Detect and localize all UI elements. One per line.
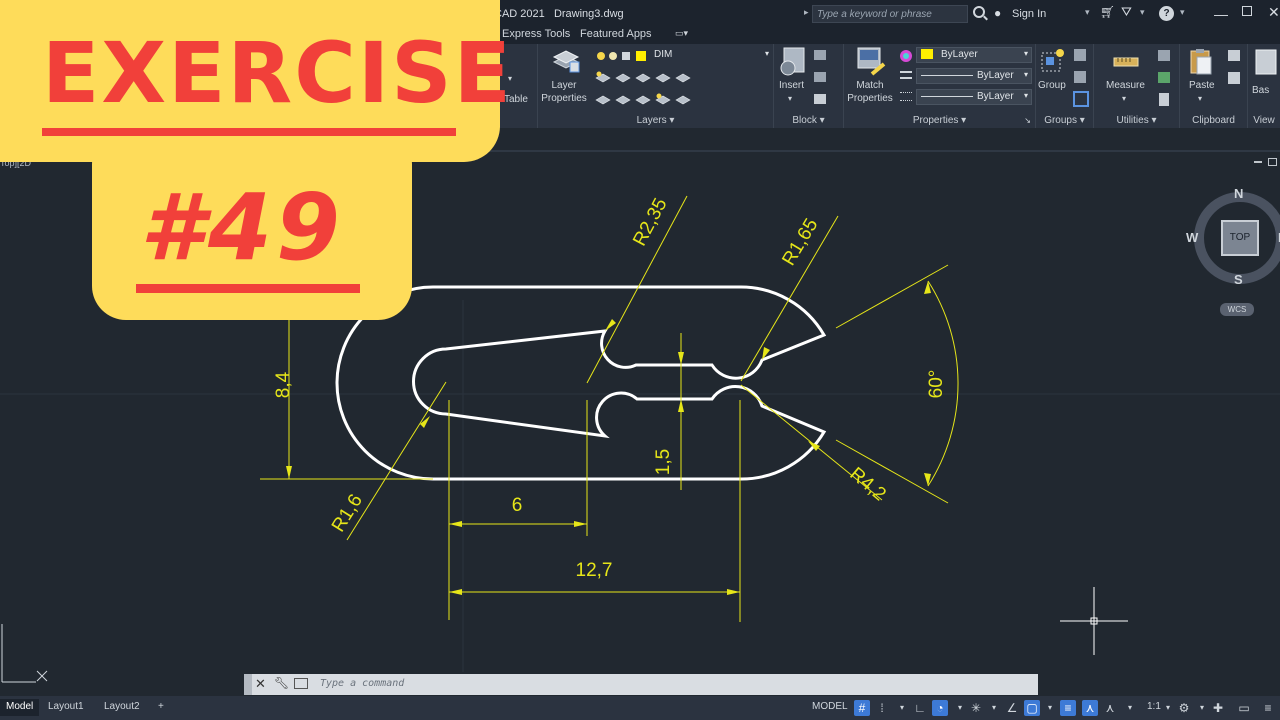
ortho-icon[interactable]: ∟ [912, 700, 928, 716]
crosshair-icon [1060, 587, 1128, 655]
dim-r165-text[interactable]: R1,65 [778, 215, 822, 269]
dim-r235-text[interactable]: R2,35 [629, 195, 671, 250]
compass-north[interactable]: N [1234, 186, 1243, 201]
polar-tracking-icon[interactable]: ◔ [932, 700, 948, 716]
arrowhead [727, 589, 740, 595]
arrowhead [449, 589, 462, 595]
dim-6-text[interactable]: 6 [512, 495, 523, 516]
isodraft-icon[interactable]: ✳ [968, 700, 984, 716]
ucs-icon [1, 624, 48, 683]
command-line-grip[interactable] [244, 674, 252, 695]
exercise-title: EXERCISE [42, 24, 513, 122]
compass-west[interactable]: W [1186, 230, 1198, 245]
compass-south[interactable]: S [1234, 272, 1243, 287]
object-snap-icon[interactable]: ▢ [1024, 700, 1040, 716]
close-icon[interactable]: ✕ [255, 676, 266, 692]
dim-8-4-text[interactable]: 8,4 [273, 371, 294, 398]
chevron-down-icon[interactable]: ▾ [952, 700, 968, 716]
customize-icon[interactable]: ≡ [1260, 700, 1276, 716]
viewcube-top-face[interactable]: TOP [1221, 220, 1259, 256]
exercise-number: #49 [140, 174, 345, 281]
tab-layout2[interactable]: Layout2 [98, 699, 146, 716]
dim-60-text[interactable]: 60° [926, 370, 947, 399]
annotation-scale[interactable]: 1:1 [1147, 701, 1161, 712]
command-prompt-icon[interactable] [294, 678, 308, 689]
arrowhead [924, 473, 931, 486]
grid-icon[interactable]: # [854, 700, 870, 716]
chevron-down-icon[interactable]: ▾ [986, 700, 1002, 716]
dimension-arrows [286, 281, 931, 595]
arrowhead [605, 319, 616, 331]
dim-1-5-text[interactable]: 1,5 [653, 449, 674, 475]
snap-icon[interactable]: ⁞ [874, 700, 890, 716]
model-space-toggle[interactable]: MODEL [812, 701, 848, 712]
arrowhead [286, 466, 292, 479]
tab-layout1[interactable]: Layout1 [42, 699, 90, 716]
dim-r16-text[interactable]: R1,6 [328, 491, 367, 536]
lineweight-display-icon[interactable]: ≡ [1060, 700, 1076, 716]
arrowhead [678, 352, 684, 365]
part-geometry[interactable] [335, 285, 827, 481]
chevron-down-icon[interactable]: ▾ [1194, 700, 1210, 716]
status-bar: Model Layout1 Layout2 + MODEL # ⁞ ▾ ∟ ◔ … [0, 696, 1280, 720]
arrowhead [449, 521, 462, 527]
dim-r16-leader [346, 381, 447, 541]
wcs-menu[interactable]: WCS [1220, 303, 1254, 316]
outline-path[interactable] [335, 285, 827, 481]
autocad-window: CAD 2021 Drawing3.dwg ▸ Type a keyword o… [0, 0, 1280, 720]
chevron-down-icon[interactable]: ▾ [1122, 700, 1138, 716]
chevron-down-icon[interactable]: ▾ [1160, 700, 1176, 716]
clean-screen-icon[interactable]: ▭ [1236, 700, 1252, 716]
chevron-down-icon[interactable]: ▾ [894, 700, 910, 716]
viewcube[interactable]: TOP N S W E [1186, 186, 1280, 287]
arrowhead [678, 399, 684, 412]
exercise-number-underline [136, 284, 360, 293]
dim-60-ext-top [835, 264, 949, 329]
dim-12-7-text[interactable]: 12,7 [576, 560, 613, 581]
gear-icon[interactable]: ⚙ [1176, 700, 1192, 716]
tab-model[interactable]: Model [0, 699, 40, 716]
chevron-down-icon[interactable]: ▾ [1042, 700, 1058, 716]
command-input[interactable]: Type a command [320, 678, 404, 689]
auto-scale-icon[interactable]: ⋏ [1102, 700, 1118, 716]
add-icon[interactable]: ✚ [1210, 700, 1226, 716]
annotation-visibility-icon[interactable]: ⋏ [1082, 700, 1098, 716]
command-line[interactable]: ✕ 🔧︎ Type a command [244, 674, 1038, 695]
arrowhead [574, 521, 587, 527]
wrench-icon[interactable]: 🔧︎ [274, 676, 289, 690]
arrowhead [924, 281, 931, 294]
dim-r42-text[interactable]: R4,2 [846, 463, 890, 505]
add-layout-button[interactable]: + [152, 699, 170, 716]
object-snap-tracking-icon[interactable]: ∠ [1004, 700, 1020, 716]
exercise-title-underline [42, 128, 456, 136]
